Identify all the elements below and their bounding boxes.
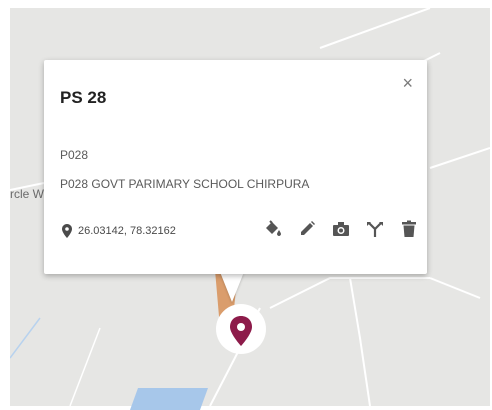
split-icon: [367, 222, 383, 237]
location-marker-icon[interactable]: [210, 300, 268, 360]
map-marker[interactable]: [210, 300, 268, 360]
paint-bucket-icon: [266, 220, 281, 236]
location-pin-icon: [62, 224, 72, 238]
close-button[interactable]: ×: [402, 74, 413, 92]
screenshot-frame: rcle W PS 28 × P028 P028 GOVT PARIMARY S…: [0, 0, 492, 410]
edit-button[interactable]: [296, 218, 318, 240]
pencil-icon: [301, 221, 315, 235]
camera-button[interactable]: [330, 218, 352, 240]
station-name: P028 GOVT PARIMARY SCHOOL CHIRPURA: [60, 177, 310, 191]
trash-icon: [402, 220, 416, 237]
map-water-area: [129, 388, 209, 410]
coordinates-text: 26.03142, 78.32162: [78, 225, 176, 237]
camera-icon: [333, 222, 349, 236]
split-button[interactable]: [364, 218, 386, 240]
map-road-label: rcle W: [10, 187, 44, 201]
station-code: P028: [60, 148, 89, 162]
popup-tail: [220, 272, 244, 302]
popup-toolbar: [262, 218, 420, 240]
paint-bucket-button[interactable]: [262, 218, 284, 240]
popup-title: PS 28: [60, 88, 107, 107]
info-popup: PS 28 × P028 P028 GOVT PARIMARY SCHOOL C…: [44, 60, 427, 274]
delete-button[interactable]: [398, 218, 420, 240]
coordinates-row: 26.03142, 78.32162: [62, 224, 176, 238]
